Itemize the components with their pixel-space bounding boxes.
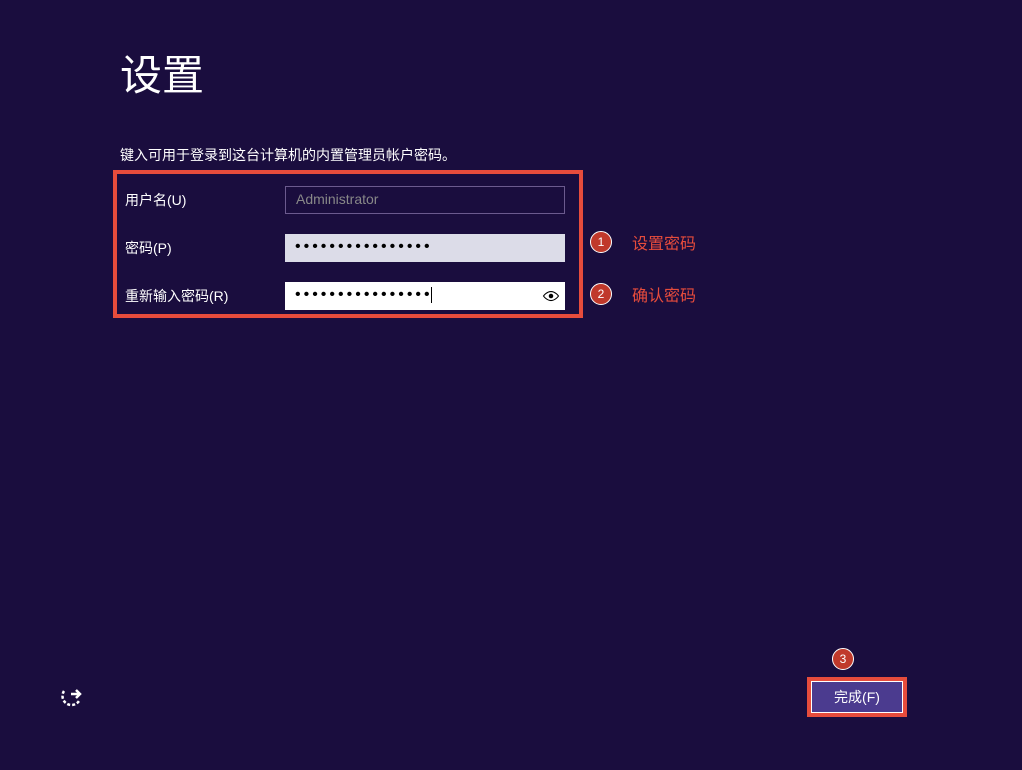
annotation-2: 2 确认密码: [590, 282, 696, 306]
annotation-3: 3: [832, 648, 854, 670]
confirm-password-value: ••••••••••••••••: [295, 286, 433, 303]
annotation-3-bubble: 3: [832, 648, 854, 670]
form-highlight-box: 用户名(U) Administrator 密码(P) •••••••••••••…: [113, 170, 583, 318]
username-row: 用户名(U) Administrator: [125, 184, 571, 216]
password-input[interactable]: ••••••••••••••••: [285, 234, 565, 262]
reveal-password-icon[interactable]: [537, 282, 565, 310]
finish-button-highlight: 完成(F): [807, 677, 907, 717]
username-label: 用户名(U): [125, 190, 285, 210]
page-title: 设置: [120, 42, 204, 103]
password-label: 密码(P): [125, 238, 285, 258]
annotation-2-bubble: 2: [590, 283, 612, 305]
finish-button[interactable]: 完成(F): [811, 681, 903, 713]
annotation-1-bubble: 1: [590, 231, 612, 253]
annotation-1-text: 设置密码: [632, 230, 696, 254]
password-row: 密码(P) ••••••••••••••••: [125, 232, 571, 264]
accessibility-icon[interactable]: [56, 684, 84, 712]
confirm-password-input[interactable]: ••••••••••••••••: [285, 282, 537, 310]
confirm-password-wrapper: ••••••••••••••••: [285, 282, 565, 310]
instruction-text: 键入可用于登录到这台计算机的内置管理员帐户密码。: [120, 145, 456, 165]
confirm-password-row: 重新输入密码(R) ••••••••••••••••: [125, 280, 571, 312]
annotation-2-text: 确认密码: [632, 282, 696, 306]
text-cursor: [431, 287, 432, 303]
annotation-1: 1 设置密码: [590, 230, 696, 254]
confirm-password-label: 重新输入密码(R): [125, 286, 285, 306]
username-input: Administrator: [285, 186, 565, 214]
